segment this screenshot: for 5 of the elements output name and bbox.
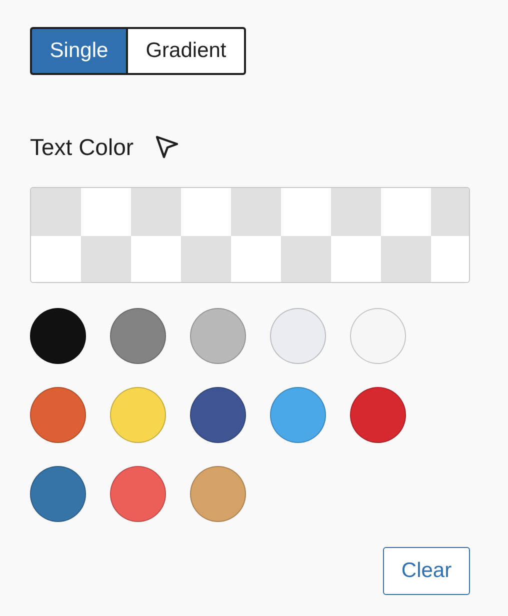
mode-tab[interactable]: Gradient [126,27,246,75]
mode-tab[interactable]: Single [30,27,126,75]
clear-button[interactable]: Clear [383,547,470,595]
cursor-arrow-icon[interactable] [154,134,180,160]
section-title: Text Color [30,134,134,160]
